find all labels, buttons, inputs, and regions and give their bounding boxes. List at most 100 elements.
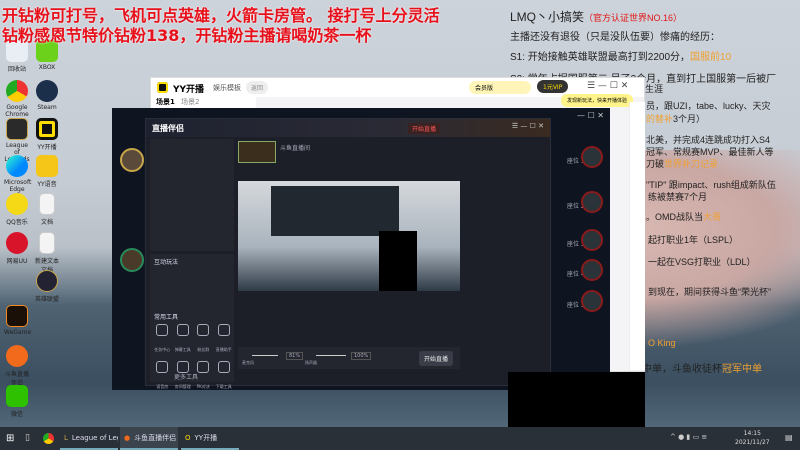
preview-nested-window [271,186,399,236]
bio-text: 3个月） [673,114,706,124]
desktop-icon-qq-music[interactable]: QQ音乐 [4,193,30,226]
notification-icon[interactable]: ▤ [785,433,793,442]
tool-label: 粉丝群 [197,347,210,352]
icon-label: YY语音 [37,181,57,188]
vip-label: 1元VIP [543,84,563,91]
desktop-icon-lol-cn[interactable]: 英雄联盟 [34,270,60,303]
taskbar-label: League of Legends [71,433,118,442]
preview-black-area [379,231,417,291]
tool-label: 直播助手 [215,347,232,352]
seat-slot[interactable] [581,229,603,251]
tab-scene-2[interactable]: 场景2 [181,98,199,106]
tool-label: 下载工具 [215,384,232,389]
champion-avatar [120,248,144,272]
start-stream-top-button[interactable]: 开始直播 [408,123,441,134]
icon-label: 英雄联盟 [34,296,59,303]
room-title: 斗鱼直播间 [280,145,311,152]
desktop-icon-document[interactable]: 文档 [34,193,60,226]
icon-label: Google Chrome [5,104,29,118]
tool-task-center[interactable]: 任务中心 [152,324,173,355]
yy-window-controls[interactable]: ☰ — ☐ ✕ [587,81,628,91]
bio-highlight: 冠军中单 [722,364,762,375]
system-tray-icons[interactable]: ^ ● ▮ ▭ ≡ [670,433,707,441]
desktop-icon-yy-voice[interactable]: YY语音 [34,155,60,188]
start-icon[interactable]: ⊞ [6,433,14,444]
yy-member-badge[interactable]: 会员版 [469,81,531,94]
clock[interactable]: 14:15 2021/11/27 [735,429,770,447]
tool-voice-room[interactable]: 语音房 [152,361,173,392]
bio-s1: S1: 开始接触英雄联盟最高打到2200分，国服前10 [510,48,731,63]
icon-label: Steam [37,104,57,111]
yy-app-title: YY开播 [173,85,205,95]
tool-assistant[interactable]: 直播助手 [214,324,235,355]
desktop-icon-edge[interactable]: Microsoft Edge [4,155,31,193]
bio-line: O King [648,338,676,348]
desktop-icon-douyu[interactable]: 斗鱼直播伴侣 [4,345,30,387]
window-controls[interactable]: — ☐ ✕ [577,111,604,120]
bio-line: 冠军、常规赛MVP、最佳新人等 [646,147,774,157]
bio-line: 一起在VSG打职业（LDL） [648,257,756,267]
bio-intro: 主播还没有退役（只是没队伍要）惨痛的经历： [510,32,720,43]
speaker-volume: 100% [351,352,372,360]
icon-label: 文档 [40,219,53,226]
clock-time: 14:15 [743,430,761,437]
seat-slot[interactable] [581,259,603,281]
tool-fans[interactable]: 粉丝群 [193,324,214,355]
icon-label: QQ音乐 [6,219,28,226]
seat-slot[interactable] [581,191,603,213]
tools-panel: 互动玩法 常用工具 任务中心 弹幕工具 粉丝群 直播助手 语音房 房间管理 PK… [150,254,234,389]
bio-line: 练被禁赛7个月 [648,192,708,202]
studio-titlebar: 直播伴侣 开始直播 ☰ — ☐ ✕ [146,119,550,137]
bio-line: 员，跟UZI，tabe、lucky、天灾 [646,101,771,111]
bio-line: 起打职业1年（LSPL） [648,235,739,245]
desktop-icon-steam[interactable]: Steam [34,80,60,111]
desktop-icon-yy[interactable]: YY开播 [34,118,60,151]
seat-slot[interactable] [581,290,603,312]
more-tools-link[interactable]: 更多工具 [174,372,198,381]
tool-label: 房间管理 [174,384,191,389]
tab-scene-1[interactable]: 场景1 [156,98,175,106]
chrome-taskbar-icon[interactable] [43,433,54,444]
yy-tooltip: 发现新玩法，快来开播体验 [561,94,634,107]
yy-vip-button[interactable]: 1元VIP [537,80,569,93]
desktop-icon-wechat[interactable]: 微信 [4,385,30,418]
tool-label: 语音房 [156,384,169,389]
bio-line: 到现在，期间获得斗鱼“荣光杯” [648,287,771,297]
taskbar-item-yy[interactable]: O YY开播 [181,427,239,450]
promo-line-2: 钻粉感恩节特价钻粉138，开钻粉主播请喝奶茶一杯 [2,26,372,45]
scene-panel [150,139,234,251]
bio-text: 刀破 [646,159,665,169]
tools-heading: 常用工具 [154,314,179,321]
room-cover [238,141,276,163]
tools-grid: 任务中心 弹幕工具 粉丝群 直播助手 语音房 房间管理 PK对决 下载工具 [152,324,234,392]
task-view-icon[interactable]: ▯ [25,433,30,443]
bio-line: 生涯 [645,84,664,94]
desktop-icon-uu[interactable]: 网易UU [4,232,30,265]
tool-danmu[interactable]: 弹幕工具 [173,324,194,355]
tool-download[interactable]: 下载工具 [214,361,235,392]
studio-window-controls[interactable]: ☰ — ☐ ✕ [512,122,544,130]
desktop-icon-wegame[interactable]: WeGame [4,305,32,336]
mic-slider[interactable] [252,355,278,356]
seat-slot[interactable] [581,146,603,168]
desktop-icon-text-file[interactable]: 新建文本文档 [34,232,60,274]
taskbar-item-lol[interactable]: LLeague of Legends [60,427,118,450]
icon-label: YY开播 [37,144,57,151]
icon-label: 网易UU [6,258,28,265]
desktop-icon-chrome[interactable]: Google Chrome [4,80,30,118]
douyu-icon: ● [124,433,131,442]
stream-preview [238,181,460,291]
speaker-slider[interactable] [316,355,346,356]
go-live-button[interactable]: 开始直播 [419,351,454,366]
icon-label: WeGame [4,329,32,336]
bio-title: LMQ丶小搞笑（官方认证世界NO.16） [510,8,682,25]
icon-label: XBOX [38,64,56,71]
speaker-label: 扬声器 [305,360,317,365]
yy-scene-tabs: 场景1 场景2 [151,97,256,108]
yy-back-button[interactable]: 返回 [246,81,269,94]
streaming-studio-window: 直播伴侣 开始直播 ☰ — ☐ ✕ 斗鱼直播间 互动玩法 常用工具 任务中心 弹… [145,118,551,389]
bio-text: 。OMD战队当 [646,212,703,222]
taskbar-item-douyu[interactable]: ● 斗鱼直播伴侣 [120,427,178,450]
tool-label: 任务中心 [154,347,171,352]
bio-highlight: 的替补 [646,114,674,124]
